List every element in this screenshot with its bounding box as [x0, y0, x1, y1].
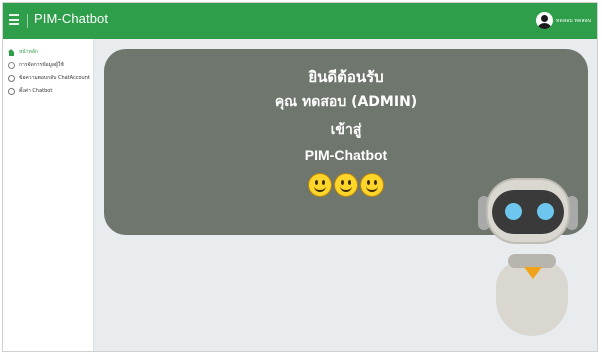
smiley-face-icon [308, 173, 332, 197]
home-icon [8, 48, 15, 56]
user-avatar-icon[interactable] [536, 12, 553, 29]
robot-mascot-illustration [458, 166, 578, 341]
welcome-app-name: PIM-Chatbot [304, 147, 388, 163]
welcome-heading: ยินดีต้อนรับ [308, 68, 384, 86]
sidebar: หน้าหลัก การจัดการข้อมูลผู้ใช้ ข้อความตอ… [3, 39, 94, 351]
welcome-user-name: คุณ ทดสอบ (ADMIN) [274, 94, 418, 110]
circle-icon [8, 87, 15, 95]
app-title[interactable]: PIM-Chatbot [34, 11, 108, 26]
sidebar-item-home[interactable]: หน้าหลัก [8, 47, 38, 57]
sidebar-item-label: ตั้งค่า Chatbot [19, 88, 53, 94]
top-navbar: PIM-Chatbot ทดสอบ ทดสอบ [3, 3, 597, 39]
sidebar-item-chatbot-settings[interactable]: ตั้งค่า Chatbot [8, 86, 52, 96]
sidebar-item-label: การจัดการข้อมูลผู้ใช้ [19, 62, 64, 68]
smiley-face-icon [360, 173, 384, 197]
sidebar-item-label: หน้าหลัก [19, 49, 38, 55]
sidebar-item-user-management[interactable]: การจัดการข้อมูลผู้ใช้ [8, 60, 64, 70]
navbar-divider [27, 14, 28, 28]
circle-icon [8, 74, 15, 82]
users-icon [8, 61, 15, 69]
hamburger-menu-icon[interactable] [9, 14, 19, 25]
smiley-face-icon [334, 173, 358, 197]
user-name[interactable]: ทดสอบ ทดสอบ [556, 17, 591, 25]
sidebar-item-label: ข้อความตอบกลับ ChatAccount [19, 75, 90, 81]
welcome-into-text: เข้าสู่ [330, 122, 362, 138]
app-window: PIM-Chatbot ทดสอบ ทดสอบ หน้าหลัก การจัดก… [2, 2, 598, 352]
sidebar-item-chat-account[interactable]: ข้อความตอบกลับ ChatAccount [8, 73, 90, 83]
